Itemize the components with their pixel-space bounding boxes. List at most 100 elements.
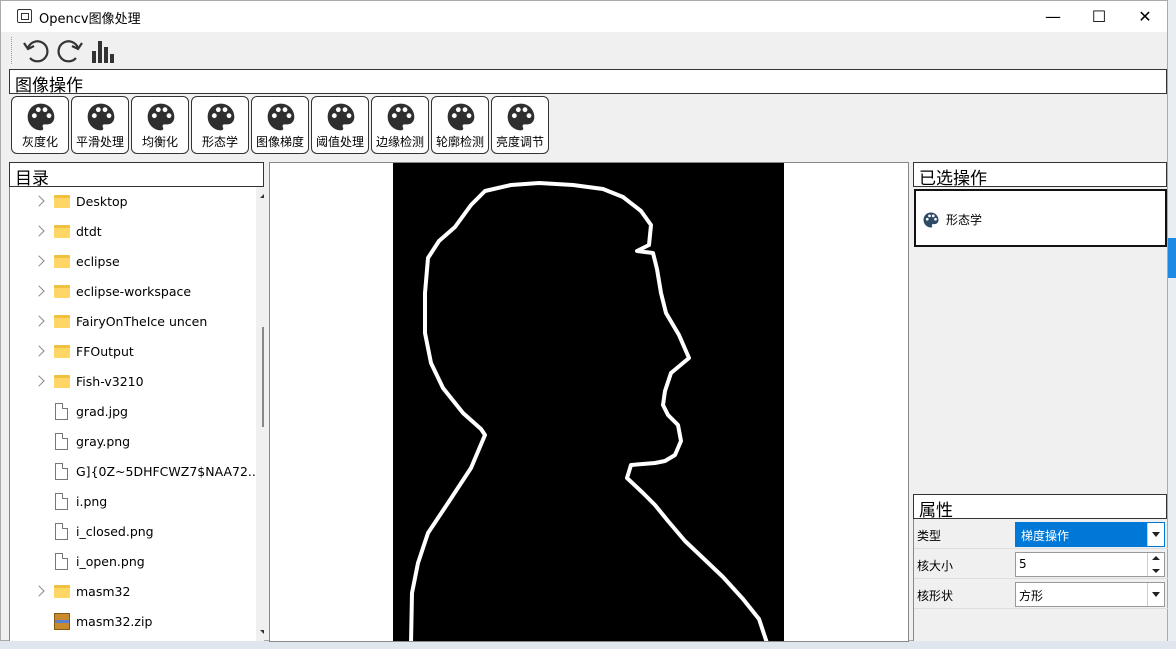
type-dropdown[interactable]: 梯度操作: [1015, 522, 1165, 547]
folder-icon: [54, 375, 70, 388]
op-button-6[interactable]: 边缘检测: [371, 96, 429, 154]
desktop-accent: [1168, 238, 1176, 278]
tree-item[interactable]: gray.png: [10, 427, 248, 457]
title-bar: Opencv图像处理 — ☐ ✕: [1, 1, 1167, 32]
chevron-down-icon[interactable]: [1147, 583, 1164, 606]
tree-item[interactable]: FairyOnTheIce uncen: [10, 307, 248, 337]
tree-item-label: masm32: [76, 584, 131, 599]
prop-label-kernel-size: 核大小: [917, 559, 954, 573]
tree-item[interactable]: grad.jpg: [10, 397, 248, 427]
tree-item-label: eclipse: [76, 254, 120, 269]
folder-icon: [54, 255, 70, 268]
op-button-label: 形态学: [201, 135, 238, 149]
tree-item[interactable]: G]{0Z~5DHFCWZ7$NAA72...: [10, 457, 260, 487]
window-title: Opencv图像处理: [39, 12, 141, 27]
spin-down-icon[interactable]: [1152, 569, 1160, 573]
kernel-shape-value: 方形: [1019, 589, 1044, 603]
toolbar: [1, 32, 1167, 69]
tree-item-label: FairyOnTheIce uncen: [76, 314, 208, 329]
tree-item-label: gray.png: [76, 434, 131, 449]
close-button[interactable]: ✕: [1122, 1, 1168, 32]
selected-op-item[interactable]: 形态学: [946, 211, 982, 228]
tree-item-label: Desktop: [76, 194, 128, 209]
type-dropdown-value: 梯度操作: [1019, 527, 1072, 544]
file-icon: [55, 523, 68, 540]
op-button-0[interactable]: 灰度化: [11, 96, 69, 154]
tree-item-label: FFOutput: [76, 344, 134, 359]
histogram-icon: [92, 41, 114, 63]
folder-icon: [54, 345, 70, 358]
properties-header: 属性: [913, 494, 1167, 521]
tree-item[interactable]: i_open.png: [10, 547, 248, 577]
directory-tree[interactable]: masm32.zip masm32 i_open.png i_closed.png i.…: [9, 187, 264, 641]
tree-item-label: dtdt: [76, 224, 102, 239]
tree-item[interactable]: i_closed.png: [10, 517, 248, 547]
op-button-label: 轮廓检测: [435, 135, 484, 149]
chevron-right-icon[interactable]: [33, 255, 45, 267]
tree-item[interactable]: masm32: [10, 577, 248, 607]
tree-item[interactable]: i.png: [10, 487, 248, 517]
op-button-label: 均衡化: [141, 135, 178, 149]
prop-row-type: 类型 梯度操作: [914, 519, 1168, 549]
tree-item[interactable]: Fish-v3210: [10, 367, 248, 397]
op-button-1[interactable]: 平滑处理: [71, 96, 129, 154]
op-button-label: 边缘检测: [375, 135, 424, 149]
chevron-right-icon[interactable]: [33, 195, 45, 207]
tree-item-label: i_closed.png: [76, 524, 154, 539]
redo-icon: [57, 40, 83, 63]
kernel-size-spinbox[interactable]: 5: [1015, 552, 1165, 577]
tree-item[interactable]: eclipse: [10, 247, 248, 277]
tree-item[interactable]: eclipse-workspace: [10, 277, 248, 307]
op-button-3[interactable]: 形态学: [191, 96, 249, 154]
tree-item[interactable]: Desktop: [10, 187, 248, 217]
archive-icon: [54, 613, 70, 630]
op-button-2[interactable]: 均衡化: [131, 96, 189, 154]
palette-icon: [27, 103, 55, 131]
op-button-label: 阈值处理: [315, 135, 364, 149]
tree-item[interactable]: FFOutput: [10, 337, 248, 367]
undo-button[interactable]: [21, 36, 51, 66]
maximize-button[interactable]: ☐: [1076, 1, 1122, 32]
tree-item[interactable]: dtdt: [10, 217, 248, 247]
op-button-8[interactable]: 亮度调节: [491, 96, 549, 154]
chevron-right-icon[interactable]: [33, 585, 45, 597]
scroll-up-arrow[interactable]: [260, 193, 264, 198]
image-preview: [393, 163, 784, 641]
toolbar-grip[interactable]: [11, 37, 14, 64]
redo-button[interactable]: [55, 36, 85, 66]
op-button-7[interactable]: 轮廓检测: [431, 96, 489, 154]
spin-up-icon[interactable]: [1152, 556, 1160, 560]
image-canvas: [269, 162, 909, 642]
tree-item[interactable]: masm32.zip: [10, 607, 248, 637]
scroll-down-arrow[interactable]: [260, 630, 264, 635]
image-background: [393, 163, 784, 641]
prop-row-kernel-shape: 核形状 方形: [914, 579, 1168, 609]
op-button-5[interactable]: 阈值处理: [311, 96, 369, 154]
properties-panel: 类型 梯度操作 核大小 5 核形状 方形: [913, 519, 1168, 641]
op-button-label: 灰度化: [21, 135, 58, 149]
op-button-label: 亮度调节: [495, 135, 544, 149]
tree-scrollbar[interactable]: [256, 187, 264, 641]
chevron-down-icon[interactable]: [1147, 523, 1164, 546]
histogram-button[interactable]: [89, 36, 119, 66]
palette-icon: [507, 103, 535, 131]
folder-icon: [54, 315, 70, 328]
prop-row-kernel-size: 核大小 5: [914, 549, 1168, 579]
prop-label-type: 类型: [917, 529, 942, 543]
chevron-right-icon[interactable]: [33, 375, 45, 387]
kernel-shape-dropdown[interactable]: 方形: [1015, 582, 1165, 607]
op-button-4[interactable]: 图像梯度: [251, 96, 309, 154]
palette-icon: [923, 212, 939, 228]
tree-item-label: masm32.zip: [76, 614, 153, 629]
chevron-right-icon[interactable]: [33, 225, 45, 237]
file-icon: [55, 403, 68, 420]
chevron-right-icon[interactable]: [33, 315, 45, 327]
selected-ops-list[interactable]: 形态学: [914, 189, 1167, 247]
chevron-right-icon[interactable]: [33, 285, 45, 297]
spinbox-arrows[interactable]: [1147, 553, 1164, 576]
minimize-button[interactable]: —: [1030, 1, 1076, 32]
desktop-background-bottom: [0, 641, 1176, 649]
scroll-thumb[interactable]: [262, 327, 264, 427]
chevron-right-icon[interactable]: [33, 345, 45, 357]
desktop-background-right: [1168, 0, 1176, 649]
